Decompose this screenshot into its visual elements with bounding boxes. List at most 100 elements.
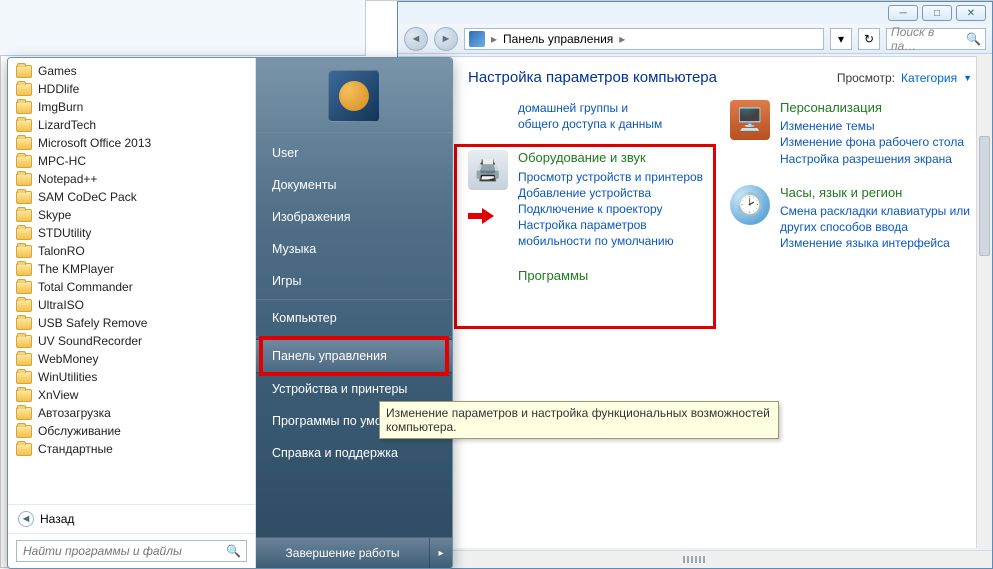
program-folder-item[interactable]: Skype — [10, 206, 253, 224]
program-folder-item[interactable]: STDUtility — [10, 224, 253, 242]
program-folder-label: WebMoney — [38, 352, 98, 366]
start-link-help[interactable]: Справка и поддержка — [256, 437, 452, 469]
back-arrow-icon: ◄ — [18, 511, 34, 527]
start-link-music[interactable]: Музыка — [256, 233, 452, 265]
shutdown-button[interactable]: Завершение работы — [256, 538, 430, 568]
folder-icon — [16, 227, 32, 240]
address-dropdown-button[interactable]: ▾ — [830, 28, 852, 50]
chevron-down-icon: ▼ — [963, 73, 972, 83]
category-link[interactable]: Добавление устройства — [518, 185, 710, 201]
program-folder-item[interactable]: Стандартные — [10, 440, 253, 458]
folder-icon — [16, 371, 32, 384]
folder-icon — [16, 191, 32, 204]
program-folder-item[interactable]: LizardTech — [10, 116, 253, 134]
program-folder-item[interactable]: Notepad++ — [10, 170, 253, 188]
start-link-computer[interactable]: Компьютер — [256, 302, 452, 334]
program-folder-label: The KMPlayer — [38, 262, 114, 276]
shutdown-area: Завершение работы ▸ — [256, 537, 452, 568]
search-input[interactable]: Поиск в па… 🔍 — [886, 28, 986, 50]
program-folder-item[interactable]: SAM CoDeC Pack — [10, 188, 253, 206]
window-maximize-button[interactable]: □ — [922, 5, 952, 21]
window-close-button[interactable]: ✕ — [956, 5, 986, 21]
start-menu-left-pane: Games HDDlifeImgBurnLizardTechMicrosoft O… — [8, 58, 256, 568]
folder-icon — [16, 155, 32, 168]
annotation-arrow-icon — [466, 206, 496, 226]
program-folder-item[interactable]: Microsoft Office 2013 — [10, 134, 253, 152]
breadcrumb-root[interactable]: Панель управления — [503, 32, 613, 46]
folder-icon — [16, 335, 32, 348]
vertical-scrollbar[interactable] — [976, 56, 992, 548]
program-folder-label: Notepad++ — [38, 172, 97, 186]
view-mode: Просмотр: Категория ▼ — [837, 71, 972, 85]
user-avatar-zone — [256, 58, 452, 133]
nav-forward-button[interactable]: ► — [434, 27, 458, 51]
program-folder-item[interactable]: USB Safely Remove — [10, 314, 253, 332]
folder-icon — [16, 281, 32, 294]
program-folder-label: Стандартные — [38, 442, 113, 456]
category-link[interactable]: Подключение к проектору — [518, 201, 710, 217]
program-folder-item[interactable]: UV SoundRecorder — [10, 332, 253, 350]
program-folder-label: XnView — [38, 388, 78, 402]
start-menu: Games HDDlifeImgBurnLizardTechMicrosoft O… — [7, 57, 453, 569]
category-link[interactable]: Настройка разрешения экрана — [780, 151, 964, 167]
program-folder-item[interactable]: The KMPlayer — [10, 260, 253, 278]
back-button[interactable]: ◄ Назад — [8, 504, 255, 533]
program-folder-label: STDUtility — [38, 226, 91, 240]
program-folder-label: Skype — [38, 208, 71, 222]
folder-icon — [16, 119, 32, 132]
scrollbar-thumb[interactable] — [979, 136, 990, 256]
program-folder-label: Games — [38, 64, 77, 78]
start-link-user[interactable]: User — [256, 137, 452, 169]
program-folder-item[interactable]: TalonRO — [10, 242, 253, 260]
start-link-pictures[interactable]: Изображения — [256, 201, 452, 233]
folder-icon — [16, 353, 32, 366]
category-link[interactable]: Изменение темы — [780, 118, 964, 134]
nav-back-button[interactable]: ◄ — [404, 27, 428, 51]
search-input[interactable] — [16, 540, 247, 562]
program-folder-item[interactable]: XnView — [10, 386, 253, 404]
shutdown-options-button[interactable]: ▸ — [430, 538, 452, 568]
program-folder-item[interactable]: WinUtilities — [10, 368, 253, 386]
folder-icon — [16, 209, 32, 222]
scrollbar-grip-icon — [683, 556, 707, 563]
program-folder-item[interactable]: MPC-HC — [10, 152, 253, 170]
category-title[interactable]: Часы, язык и регион — [780, 185, 972, 201]
user-avatar[interactable] — [328, 70, 380, 122]
address-bar[interactable]: ▸ Панель управления ▸ — [464, 28, 824, 50]
program-folder-item[interactable]: Games — [10, 62, 253, 80]
personalization-icon: 🖥️ — [730, 100, 770, 140]
program-folder-label: SAM CoDeC Pack — [38, 190, 137, 204]
category-link[interactable]: общего доступа к данным — [518, 116, 662, 132]
program-folder-item[interactable]: WebMoney — [10, 350, 253, 368]
start-link-documents[interactable]: Документы — [256, 169, 452, 201]
program-list[interactable]: Games HDDlifeImgBurnLizardTechMicrosoft O… — [8, 58, 255, 504]
refresh-button[interactable]: ↻ — [858, 28, 880, 50]
program-folder-item[interactable]: Автозагрузка — [10, 404, 253, 422]
program-folder-item[interactable]: HDDlife — [10, 80, 253, 98]
back-label: Назад — [40, 512, 74, 526]
category-link[interactable]: Смена раскладки клавиатуры или других сп… — [780, 203, 972, 235]
program-folder-item[interactable]: Total Commander — [10, 278, 253, 296]
horizontal-scrollbar[interactable] — [398, 550, 992, 568]
category-programs-fragment: Программы — [468, 268, 710, 286]
program-folder-item[interactable]: Обслуживание — [10, 422, 253, 440]
category-link[interactable]: домашней группы и — [518, 100, 662, 116]
search-placeholder: Поиск в па… — [891, 25, 962, 53]
category-title[interactable]: Оборудование и звук — [518, 150, 710, 166]
folder-icon — [16, 101, 32, 114]
start-link-control-panel[interactable]: Панель управления — [256, 339, 452, 373]
program-folder-item[interactable]: ImgBurn — [10, 98, 253, 116]
start-link-games[interactable]: Игры — [256, 265, 452, 297]
folder-icon — [16, 65, 32, 78]
category-link[interactable]: Изменение фона рабочего стола — [780, 134, 964, 150]
window-minimize-button[interactable]: ─ — [888, 5, 918, 21]
category-title[interactable]: Персонализация — [780, 100, 964, 116]
category-hardware-sound: 🖨️ Оборудование и звук Просмотр устройст… — [468, 150, 710, 249]
category-link[interactable]: Просмотр устройств и принтеров — [518, 169, 710, 185]
view-dropdown[interactable]: Категория — [901, 71, 957, 85]
category-title[interactable]: Программы — [518, 268, 588, 284]
program-folder-item[interactable]: UltraISO — [10, 296, 253, 314]
category-link[interactable]: Изменение языка интерфейса — [780, 235, 972, 251]
search-icon: 🔍 — [226, 544, 241, 558]
category-link[interactable]: Настройка параметров мобильности по умол… — [518, 217, 710, 249]
